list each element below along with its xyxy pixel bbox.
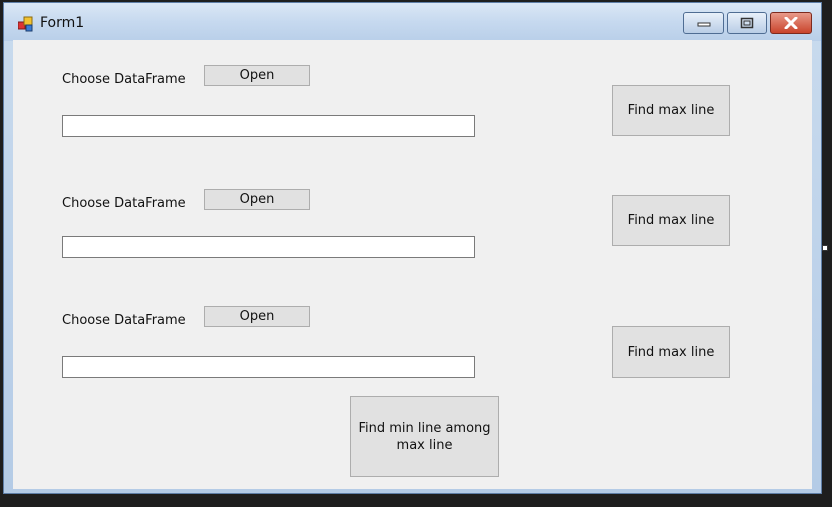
find-min-line-button[interactable]: Find min line among max line <box>350 396 499 477</box>
form-app-icon <box>18 16 33 32</box>
close-icon <box>784 17 798 29</box>
open-button-2[interactable]: Open <box>204 189 310 210</box>
open-button-3[interactable]: Open <box>204 306 310 327</box>
dataframe-path-input-3[interactable] <box>62 356 475 378</box>
resize-handle[interactable] <box>822 245 828 251</box>
dataframe-path-input-1[interactable] <box>62 115 475 137</box>
find-max-line-button-2[interactable]: Find max line <box>612 195 730 246</box>
title-bar[interactable]: Form1 <box>4 3 821 41</box>
choose-dataframe-label-3: Choose DataFrame <box>62 313 186 328</box>
choose-dataframe-label-1: Choose DataFrame <box>62 72 186 87</box>
maximize-icon <box>740 17 754 29</box>
find-max-line-button-3[interactable]: Find max line <box>612 326 730 378</box>
minimize-button[interactable] <box>683 12 724 34</box>
window-title: Form1 <box>40 15 85 31</box>
minimize-icon <box>697 22 710 27</box>
find-max-line-button-1[interactable]: Find max line <box>612 85 730 136</box>
form-window: Form1 Choose DataFrame Open Find max lin… <box>3 2 822 494</box>
maximize-button[interactable] <box>727 12 767 34</box>
open-button-1[interactable]: Open <box>204 65 310 86</box>
close-button[interactable] <box>770 12 812 34</box>
form-client-area: Choose DataFrame Open Find max line Choo… <box>13 40 812 489</box>
dataframe-path-input-2[interactable] <box>62 236 475 258</box>
choose-dataframe-label-2: Choose DataFrame <box>62 196 186 211</box>
